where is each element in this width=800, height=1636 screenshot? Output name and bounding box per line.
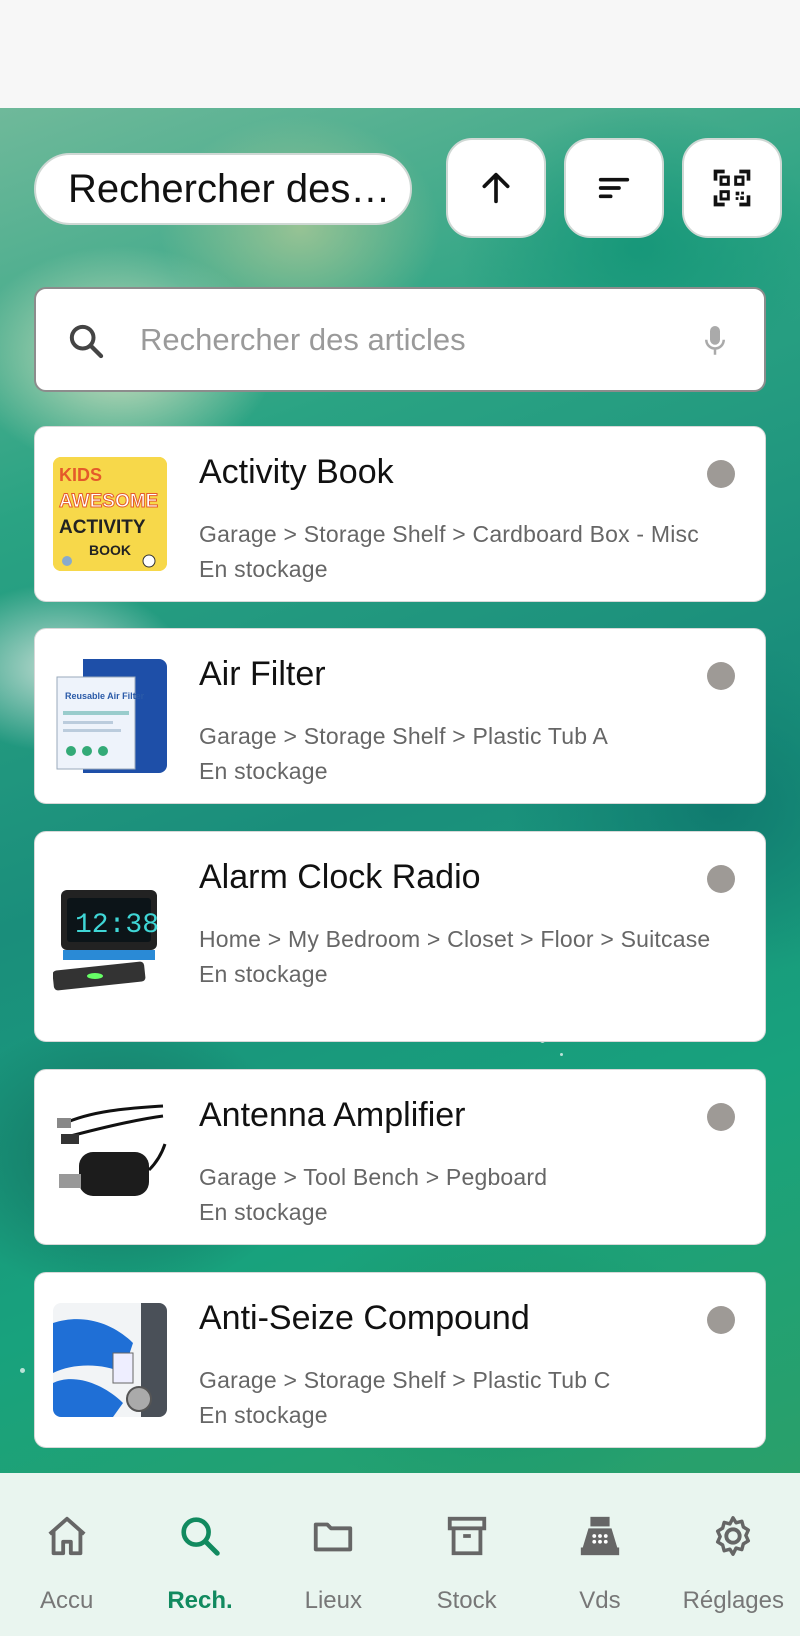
item-card[interactable]: Anti-Seize Compound Garage > Storage She…	[34, 1272, 766, 1448]
nav-settings[interactable]: Réglages	[667, 1473, 800, 1636]
sort-direction-button[interactable]	[446, 138, 546, 238]
svg-text:BOOK: BOOK	[89, 542, 131, 558]
search-icon	[69, 324, 104, 359]
status-dot	[707, 662, 735, 690]
item-card[interactable]: Reusable Air Filter Air Filter Garage > …	[34, 628, 766, 804]
archive-icon	[447, 1516, 486, 1556]
status-dot	[707, 1306, 735, 1334]
item-card[interactable]: Antenna Amplifier Garage > Tool Bench > …	[34, 1069, 766, 1245]
alarm-clock-image: 12:38	[53, 880, 167, 994]
status-dot	[707, 460, 735, 488]
nav-label: Réglages	[682, 1587, 784, 1614]
item-thumbnail	[53, 1303, 167, 1417]
cash-register-icon	[580, 1516, 620, 1556]
page-title-text: Rechercher des articles	[68, 166, 398, 211]
item-status: En stockage	[199, 556, 328, 582]
antenna-amplifier-image	[53, 1100, 167, 1214]
item-status: En stockage	[199, 1402, 328, 1428]
item-thumbnail: 12:38	[53, 880, 167, 994]
page-title: Rechercher des articles	[34, 153, 412, 225]
nav-stock[interactable]: Stock	[400, 1473, 533, 1636]
bottom-navigation: Accu Rech. Lieux Stock Vds Réglages	[0, 1473, 800, 1636]
top-bar: Rechercher des articles	[0, 138, 800, 240]
item-location: Garage > Storage Shelf > Cardboard Box -…	[199, 517, 754, 587]
item-card[interactable]: 12:38 Alarm Clock Radio Home > My Bedroo…	[34, 831, 766, 1042]
item-location: Garage > Storage Shelf > Plastic Tub C E…	[199, 1363, 754, 1433]
nav-home[interactable]: Accu	[0, 1473, 133, 1636]
microphone-icon[interactable]	[700, 323, 730, 359]
item-location: Home > My Bedroom > Closet > Floor > Sui…	[199, 922, 754, 992]
svg-text:AWESOME: AWESOME	[59, 491, 158, 512]
item-location: Garage > Storage Shelf > Plastic Tub A E…	[199, 719, 754, 789]
item-name: Alarm Clock Radio	[199, 858, 481, 896]
search-bar[interactable]	[34, 287, 766, 392]
item-name: Anti-Seize Compound	[199, 1299, 530, 1337]
status-bar	[0, 0, 800, 108]
nav-search[interactable]: Rech.	[133, 1473, 266, 1636]
item-location-path: Garage > Tool Bench > Pegboard	[199, 1164, 548, 1190]
gear-icon	[716, 1516, 751, 1556]
svg-text:KIDS: KIDS	[59, 465, 102, 485]
status-dot	[707, 1103, 735, 1131]
svg-text:ACTIVITY: ACTIVITY	[59, 517, 146, 538]
item-thumbnail: Reusable Air Filter	[53, 659, 167, 773]
item-name: Antenna Amplifier	[199, 1096, 466, 1134]
arrow-up-icon	[482, 172, 510, 204]
search-icon	[181, 1517, 220, 1556]
air-filter-image: Reusable Air Filter	[53, 659, 167, 773]
qr-scan-button[interactable]	[682, 138, 782, 238]
nav-sales[interactable]: Vds	[533, 1473, 666, 1636]
item-card[interactable]: KIDS AWESOME ACTIVITY BOOK Activity Book…	[34, 426, 766, 602]
item-location-path: Garage > Storage Shelf > Plastic Tub A	[199, 723, 609, 749]
item-location-path: Garage > Storage Shelf > Plastic Tub C	[199, 1367, 611, 1393]
qr-code-icon	[713, 169, 751, 207]
item-name: Activity Book	[199, 453, 394, 491]
item-location-path: Garage > Storage Shelf > Cardboard Box -…	[199, 521, 699, 547]
item-name: Air Filter	[199, 655, 326, 693]
nav-label: Rech.	[167, 1587, 233, 1614]
activity-book-image: KIDS AWESOME ACTIVITY BOOK	[53, 457, 167, 571]
nav-label: Lieux	[304, 1587, 362, 1614]
item-status: En stockage	[199, 1199, 328, 1225]
home-icon	[48, 1516, 86, 1556]
nav-label: Stock	[436, 1587, 497, 1614]
item-status: En stockage	[199, 961, 328, 987]
item-location: Garage > Tool Bench > Pegboard En stocka…	[199, 1160, 754, 1230]
item-thumbnail: KIDS AWESOME ACTIVITY BOOK	[53, 457, 167, 571]
nav-label: Accu	[39, 1587, 94, 1614]
folder-icon	[314, 1522, 353, 1552]
svg-text:12:38: 12:38	[75, 910, 159, 941]
sort-button[interactable]	[564, 138, 664, 238]
status-dot	[707, 865, 735, 893]
item-status: En stockage	[199, 758, 328, 784]
nav-label: Vds	[579, 1587, 621, 1614]
item-location-path: Home > My Bedroom > Closet > Floor > Sui…	[199, 926, 711, 952]
nav-locations[interactable]: Lieux	[267, 1473, 400, 1636]
svg-text:Reusable Air Filter: Reusable Air Filter	[65, 691, 145, 701]
item-thumbnail	[53, 1100, 167, 1214]
anti-seize-image	[53, 1303, 167, 1417]
search-input[interactable]	[140, 317, 700, 363]
sort-icon	[598, 177, 630, 199]
